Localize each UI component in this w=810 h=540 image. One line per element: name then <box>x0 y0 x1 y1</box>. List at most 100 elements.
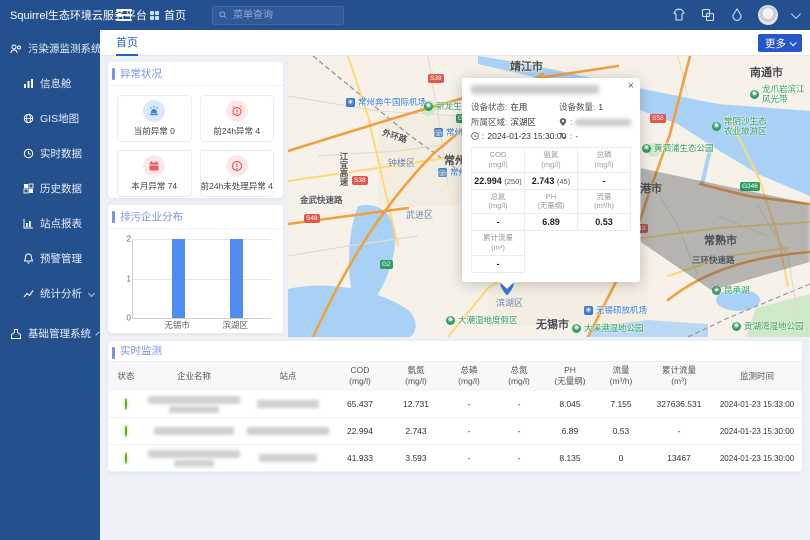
region: 所属区域:滨湖区 <box>471 116 559 128</box>
user-avatar[interactable] <box>758 5 778 25</box>
stat-card-24h-unhandled[interactable]: 前24h未处理异常 4 <box>200 150 275 197</box>
top-header: Squirrel生态环境云服务平台 首页 <box>0 0 810 30</box>
app-logo: Squirrel生态环境云服务平台 <box>0 7 104 23</box>
table-row[interactable]: 65.43712.731 -- 8.0457.155 327636.531 20… <box>108 391 802 418</box>
bar-chart: 2 1 0 无锡市 滨湖区 <box>118 237 273 333</box>
chevron-down-icon <box>790 39 797 46</box>
sidebar-group-pollution-monitoring[interactable]: 污染源监测系统 <box>0 30 100 66</box>
menu-search-input[interactable] <box>231 9 337 22</box>
monitor-system-icon <box>10 43 22 55</box>
stat-card-24h-abnormal[interactable]: 前24h异常 4 <box>200 95 275 142</box>
tab-bar: 首页 更多 <box>100 30 810 56</box>
abnormal-status-panel: 异常状况 当前异常 0 前24h异常 4 本月异常 74 <box>108 62 283 198</box>
device-status: 设备状态:在用 <box>471 101 559 113</box>
chevron-down-icon <box>95 331 99 335</box>
menu-search[interactable] <box>212 6 344 25</box>
bar-wuxi[interactable] <box>172 239 185 318</box>
sidebar-item-history-data[interactable]: 历史数据 <box>0 171 100 206</box>
stat-card-month-abnormal[interactable]: 本月异常 74 <box>117 150 192 197</box>
y-tick: 1 <box>127 274 131 283</box>
x-label: 无锡市 <box>164 319 190 331</box>
popup-measurements-table: COD(mg/l) 氨氮(mg/l) 总磷(mg/l) 22.994 (250)… <box>471 147 631 273</box>
clock-icon <box>22 148 34 160</box>
alarm-clock-icon <box>226 100 248 122</box>
app-window: Squirrel生态环境云服务平台 首页 <box>0 0 810 540</box>
redacted-station-name <box>259 454 317 462</box>
device-count: 设备数量:1 <box>559 101 631 113</box>
gis-map[interactable]: S39 S38 S48 G42 S58 G2 S19 G346 靖江市 南通市 … <box>288 56 810 337</box>
redacted-enterprise-name <box>471 85 599 94</box>
redacted-enterprise-name <box>148 450 240 458</box>
clock-icon <box>471 132 479 140</box>
sidebar-item-warning-mgmt[interactable]: 预警管理 <box>0 241 100 276</box>
sidebar-group-basic-mgmt[interactable]: 基础管理系统 <box>0 315 100 351</box>
x-label: 滨湖区 <box>222 319 248 331</box>
status-dot-green <box>125 452 127 464</box>
status-dot-green <box>125 425 127 437</box>
redacted-enterprise-name <box>174 460 214 467</box>
panel-title: 异常状况 <box>108 62 283 86</box>
alert-circle-icon <box>226 155 248 177</box>
phone-icon <box>559 132 567 140</box>
grid-icon <box>150 11 159 20</box>
road-shield: S38 <box>352 176 368 185</box>
sidebar-item-statistics[interactable]: 统计分析 <box>0 276 100 311</box>
road-shield: S39 <box>428 74 444 83</box>
enterprise-distribution-panel: 排污企业分布 2 1 0 无锡市 滨湖区 <box>108 205 283 333</box>
redacted-enterprise-name <box>148 396 240 404</box>
screen-switch-icon[interactable] <box>700 7 716 23</box>
more-button[interactable]: 更多 <box>758 34 802 52</box>
panel-title: 排污企业分布 <box>108 205 283 229</box>
table-row[interactable]: 22.9942.743 -- 6.890.53 - 2024-01-23 15:… <box>108 418 802 445</box>
y-tick: 0 <box>127 314 131 323</box>
status-dot-green <box>125 398 127 410</box>
search-icon <box>219 11 227 19</box>
bar-binhu[interactable] <box>230 239 243 318</box>
sidebar-nav: 污染源监测系统 信息舱 GIS地图 实时数据 历史数据 站点报表 预警管理 <box>0 30 100 540</box>
history-icon <box>22 183 34 195</box>
location-pin-icon <box>559 118 567 126</box>
tab-home[interactable]: 首页 <box>116 34 138 56</box>
breadcrumb[interactable]: 首页 <box>150 7 186 23</box>
redacted-station-name <box>257 400 319 408</box>
address: : <box>559 116 631 128</box>
road-shield: S48 <box>304 214 320 223</box>
redacted-station-name <box>247 427 329 435</box>
header-actions <box>671 5 810 25</box>
bell-icon <box>22 253 34 265</box>
phone: :- <box>559 131 631 141</box>
sidebar-item-realtime-data[interactable]: 实时数据 <box>0 136 100 171</box>
flame-icon[interactable] <box>729 7 745 23</box>
theme-skin-icon[interactable] <box>671 7 687 23</box>
trend-line-icon <box>22 288 34 300</box>
stat-card-current-abnormal[interactable]: 当前异常 0 <box>117 95 192 142</box>
table-header-row: 状态 企业名称 站点 COD(mg/l) 氨氮(mg/l) 总磷(mg/l) 总… <box>108 362 802 391</box>
close-icon[interactable]: × <box>628 80 634 92</box>
road-shield: S58 <box>650 114 666 123</box>
sidebar-group-label: 污染源监测系统 <box>28 41 102 56</box>
hamburger-menu-icon[interactable] <box>116 9 132 21</box>
monitor-time: :2024-01-23 15:30:00 <box>471 131 559 141</box>
monitor-table: 状态 企业名称 站点 COD(mg/l) 氨氮(mg/l) 总磷(mg/l) 总… <box>108 362 802 472</box>
sidebar-group-label: 基础管理系统 <box>28 326 91 341</box>
siren-icon <box>143 100 165 122</box>
redacted-enterprise-name <box>154 427 234 435</box>
redacted-address <box>575 119 631 126</box>
panel-title: 实时监测 <box>108 341 802 362</box>
realtime-monitor-panel: 实时监测 状态 企业名称 站点 COD(mg/l) 氨氮(mg/l) 总磷(mg… <box>108 341 802 472</box>
sidebar-item-gis-map[interactable]: GIS地图 <box>0 101 100 136</box>
station-info-popup: × 设备状态:在用 设备数量:1 所属区域:滨湖区 : :2024-01-23 … <box>462 78 640 282</box>
basic-system-icon <box>10 328 22 340</box>
table-row[interactable]: 41.9333.593 -- 8.1350 13467 2024-01-23 1… <box>108 445 802 472</box>
sidebar-item-info-cabin[interactable]: 信息舱 <box>0 66 100 101</box>
redacted-enterprise-name <box>169 406 219 413</box>
info-cabin-icon <box>22 78 34 90</box>
globe-icon <box>22 113 34 125</box>
calendar-icon <box>143 155 165 177</box>
sidebar-item-station-report[interactable]: 站点报表 <box>0 206 100 241</box>
report-chart-icon <box>22 218 34 230</box>
chevron-down-icon <box>88 290 95 297</box>
user-menu-chevron-icon[interactable] <box>791 9 801 19</box>
y-tick: 2 <box>127 235 131 244</box>
breadcrumb-home[interactable]: 首页 <box>164 7 186 23</box>
